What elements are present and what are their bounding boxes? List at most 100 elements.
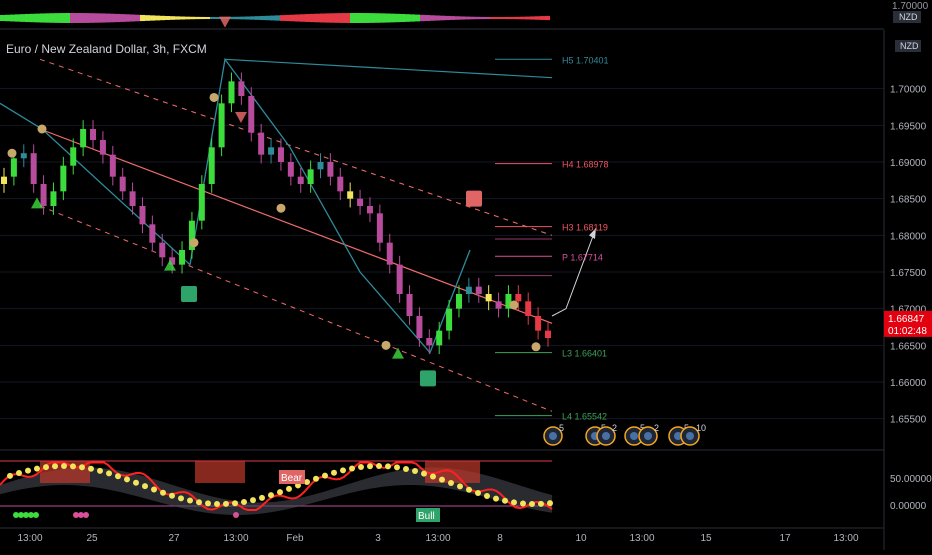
strip-segment [110, 13, 115, 23]
osc-dot [160, 489, 166, 496]
osc-dot [484, 492, 490, 499]
pivot-label: P 1.67714 [562, 252, 603, 262]
strip-segment [0, 15, 5, 21]
candle-body [50, 191, 57, 206]
osc-dot [457, 483, 463, 490]
strip-segment [160, 15, 165, 21]
strip-segment [470, 16, 475, 20]
strip-segment [405, 14, 410, 22]
osc-dot [43, 464, 49, 471]
candle-body [446, 308, 453, 331]
candle-body [40, 184, 47, 206]
strip-segment [535, 16, 540, 20]
strip-segment [180, 16, 185, 20]
strip-segment [55, 13, 60, 23]
osc-dot [142, 483, 148, 490]
strip-segment [265, 15, 270, 21]
event-badge-icon [686, 432, 694, 440]
candle-body [99, 140, 106, 155]
candle-body [60, 165, 67, 192]
pattern-marker [7, 148, 17, 158]
pattern-marker [37, 124, 47, 134]
top-strip-price: 1.70000 [892, 1, 929, 12]
strip-segment [20, 14, 25, 22]
candle-body [277, 147, 284, 162]
candle-body [10, 158, 17, 177]
strip-segment [375, 13, 380, 23]
strip-segment [45, 13, 50, 23]
strip-segment [140, 14, 145, 22]
candle-body [268, 147, 275, 155]
time-tick-label: 10 [575, 533, 587, 544]
osc-dot [322, 472, 328, 479]
osc-dot [34, 465, 40, 472]
price-tick-label: 1.69000 [890, 158, 927, 169]
strip-segment [85, 13, 90, 23]
osc-overbought-fill [195, 461, 245, 483]
strip-segment [270, 15, 275, 21]
strip-segment [25, 13, 30, 23]
osc-dot [403, 465, 409, 472]
strip-segment [465, 16, 470, 20]
strip-segment [280, 15, 285, 21]
strip-segment [175, 16, 180, 20]
osc-dot [7, 472, 13, 479]
candle-body [80, 129, 87, 148]
osc-dot [115, 473, 121, 480]
price-tick-label: 1.70000 [890, 85, 927, 96]
strip-segment [105, 13, 110, 23]
strip-segment [135, 14, 140, 22]
osc-dot [241, 498, 247, 505]
time-tick-label: 17 [779, 533, 791, 544]
strip-segment [65, 13, 70, 23]
strip-segment [420, 14, 425, 22]
strip-segment [150, 15, 155, 21]
strip-segment [195, 16, 200, 20]
strip-segment [15, 14, 20, 22]
strip-segment [440, 15, 445, 21]
osc-dot [331, 469, 337, 476]
event-badge-icon [630, 432, 638, 440]
chart-root: 1.70000 NZD H5 1.70401 H4 1.68978 H3 1.6811… [0, 0, 932, 550]
strip-segment [5, 14, 10, 22]
time-tick-label: 13:00 [629, 533, 654, 544]
strip-segment [370, 13, 375, 23]
strip-segment [520, 16, 525, 20]
candle-body [535, 316, 542, 331]
osc-dot [412, 468, 418, 475]
candle-body [30, 153, 37, 184]
osc-dot [448, 480, 454, 487]
strip-segment [260, 15, 265, 21]
osc-dot [16, 470, 22, 477]
chart-canvas[interactable]: 1.70000NZD H5 1.70401H4 1.68978H3 1.6811… [0, 0, 932, 550]
strip-segment [35, 13, 40, 23]
candle-body [416, 316, 423, 338]
osc-dot [70, 463, 76, 470]
strip-segment [240, 16, 245, 20]
candle-body [475, 286, 482, 294]
candle-body [20, 153, 27, 159]
candle-body [70, 147, 77, 166]
candle-body [485, 294, 492, 302]
strip-segment [500, 16, 505, 20]
strip-segment [250, 16, 255, 20]
strip-segment [490, 16, 495, 20]
candle-body [297, 176, 304, 184]
candle-body [317, 162, 324, 170]
candle-body [386, 242, 393, 265]
strip-segment [430, 15, 435, 21]
candle-body [129, 191, 136, 206]
osc-dot [376, 463, 382, 470]
candle-body [376, 213, 383, 243]
candle-body [198, 184, 205, 221]
price-tick-label: 1.67500 [890, 268, 927, 279]
strip-segment [525, 16, 530, 20]
event-badge-icon [602, 432, 610, 440]
strip-segment [530, 16, 535, 20]
strip-segment [425, 15, 430, 21]
pivot-label: L3 1.66401 [562, 349, 607, 359]
osc-dot [214, 500, 220, 507]
osc-dot [367, 463, 373, 470]
strip-segment [475, 16, 480, 20]
strip-segment [335, 13, 340, 23]
